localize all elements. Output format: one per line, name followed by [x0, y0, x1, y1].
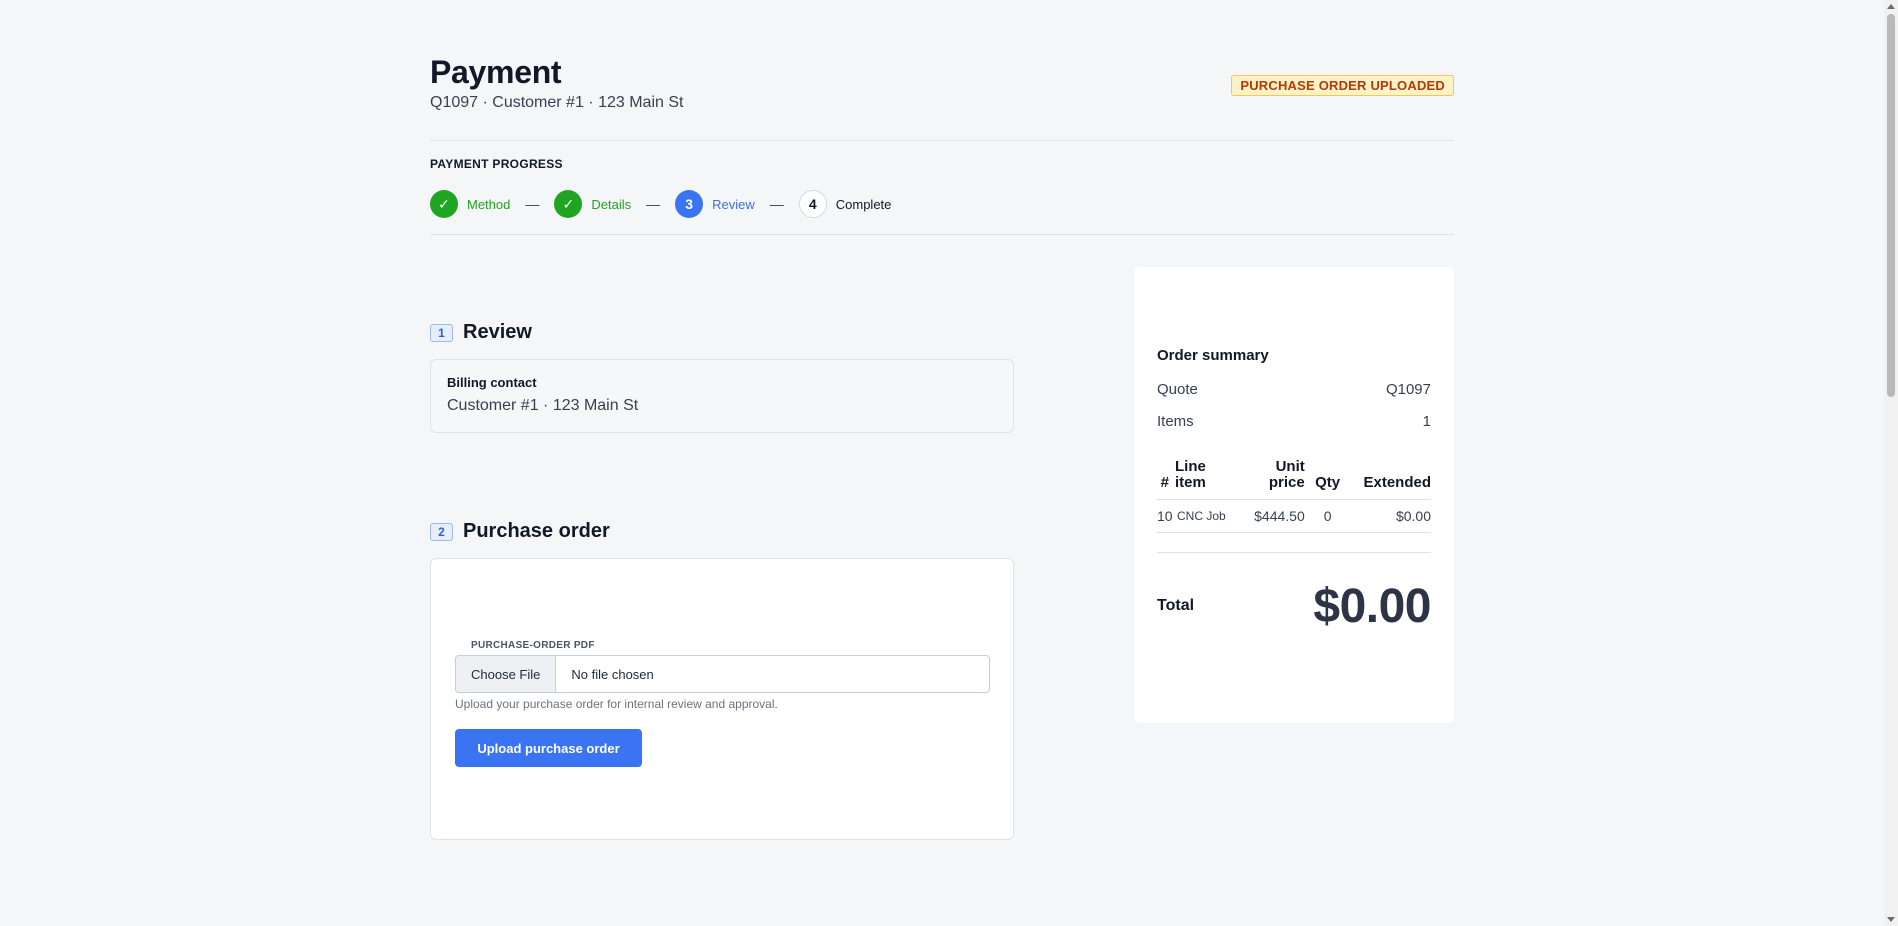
upload-purchase-order-button[interactable]: Upload purchase order — [455, 729, 642, 767]
column-header-line-item: Line item — [1175, 459, 1240, 500]
table-header-row: # Line item Unit price Qty Extended — [1157, 459, 1431, 500]
quote-label: Quote — [1157, 381, 1198, 398]
progress-label: PAYMENT PROGRESS — [430, 157, 563, 171]
step-number: 4 — [798, 190, 827, 218]
items-row: Items 1 — [1157, 413, 1431, 430]
column-header-extended: Extended — [1344, 459, 1431, 500]
section-number: 1 — [430, 323, 453, 342]
file-help-text: Upload your purchase order for internal … — [455, 697, 778, 711]
total-divider — [1157, 552, 1431, 553]
payment-page: Payment Q1097 · Customer #1 · 123 Main S… — [430, 0, 1454, 926]
billing-contact-label: Billing contact — [447, 375, 537, 390]
purchase-order-section-header: 2 Purchase order — [430, 520, 610, 543]
column-header-num: # — [1157, 459, 1175, 500]
step-method[interactable]: ✓ Method — [430, 190, 510, 218]
scroll-down-arrow-icon[interactable] — [1887, 917, 1895, 922]
step-separator: — — [769, 196, 784, 212]
step-label: Review — [712, 196, 755, 212]
step-separator: — — [525, 196, 540, 212]
table-row: 10 CNC Job $444.50 0 $0.00 — [1157, 499, 1431, 533]
row-num: 10 — [1157, 499, 1175, 533]
progress-divider — [430, 234, 1454, 235]
progress-steps: ✓ Method — ✓ Details — 3 Review — 4 Comp… — [430, 190, 891, 218]
page-title: Payment — [430, 54, 562, 90]
header-text: Line — [1175, 458, 1206, 475]
step-details[interactable]: ✓ Details — [554, 190, 631, 218]
check-icon: ✓ — [430, 190, 458, 218]
step-label: Method — [467, 196, 511, 212]
file-input-label: PURCHASE-ORDER PDF — [471, 640, 595, 651]
step-label: Details — [591, 196, 632, 212]
scrollbar-thumb[interactable] — [1887, 14, 1895, 397]
row-item: CNC Job — [1175, 499, 1240, 533]
billing-contact-card: Billing contact Customer #1 · 123 Main S… — [430, 359, 1014, 433]
items-label: Items — [1157, 413, 1194, 430]
choose-file-button[interactable]: Choose File — [456, 656, 557, 692]
section-title: Review — [463, 321, 532, 343]
header-text: Unit — [1275, 458, 1305, 475]
vertical-scrollbar[interactable] — [1884, 0, 1898, 926]
status-badge: PURCHASE ORDER UPLOADED — [1231, 75, 1454, 96]
page-subtitle: Q1097 · Customer #1 · 123 Main St — [430, 94, 684, 111]
quote-row: Quote Q1097 — [1157, 381, 1431, 398]
billing-contact-value: Customer #1 · 123 Main St — [447, 397, 639, 414]
row-qty: 0 — [1304, 499, 1345, 533]
header-text: price — [1268, 474, 1305, 491]
purchase-order-card: PURCHASE-ORDER PDF Choose File No file c… — [430, 558, 1014, 840]
header-divider — [430, 140, 1454, 141]
step-review[interactable]: 3 Review — [675, 190, 755, 218]
total-value: $0.00 — [1313, 580, 1431, 633]
file-status: No file chosen — [571, 666, 654, 682]
step-label: Complete — [835, 196, 892, 212]
review-section-header: 1 Review — [430, 321, 532, 344]
check-icon: ✓ — [554, 190, 583, 218]
quote-value: Q1097 — [1385, 381, 1431, 398]
column-header-unit-price: Unit price — [1239, 458, 1305, 500]
order-summary-title: Order summary — [1157, 347, 1269, 364]
line-items-table: # Line item Unit price Qty Extended 10 CNC… — [1157, 459, 1431, 533]
header-text: item — [1175, 474, 1206, 491]
row-extended: $0.00 — [1344, 499, 1431, 533]
scroll-up-arrow-icon[interactable] — [1887, 4, 1895, 9]
section-number: 2 — [430, 522, 453, 541]
step-separator: — — [646, 196, 661, 212]
section-title: Purchase order — [463, 520, 610, 542]
purchase-order-file-input[interactable]: Choose File No file chosen — [455, 655, 990, 693]
order-summary-card: Order summary Quote Q1097 Items 1 # Line… — [1134, 267, 1454, 723]
items-value: 1 — [1422, 413, 1431, 430]
step-complete: 4 Complete — [798, 190, 892, 218]
step-number: 3 — [675, 190, 704, 218]
total-label: Total — [1157, 597, 1195, 614]
row-unit-price: $444.50 — [1239, 499, 1305, 533]
column-header-qty: Qty — [1304, 459, 1345, 500]
